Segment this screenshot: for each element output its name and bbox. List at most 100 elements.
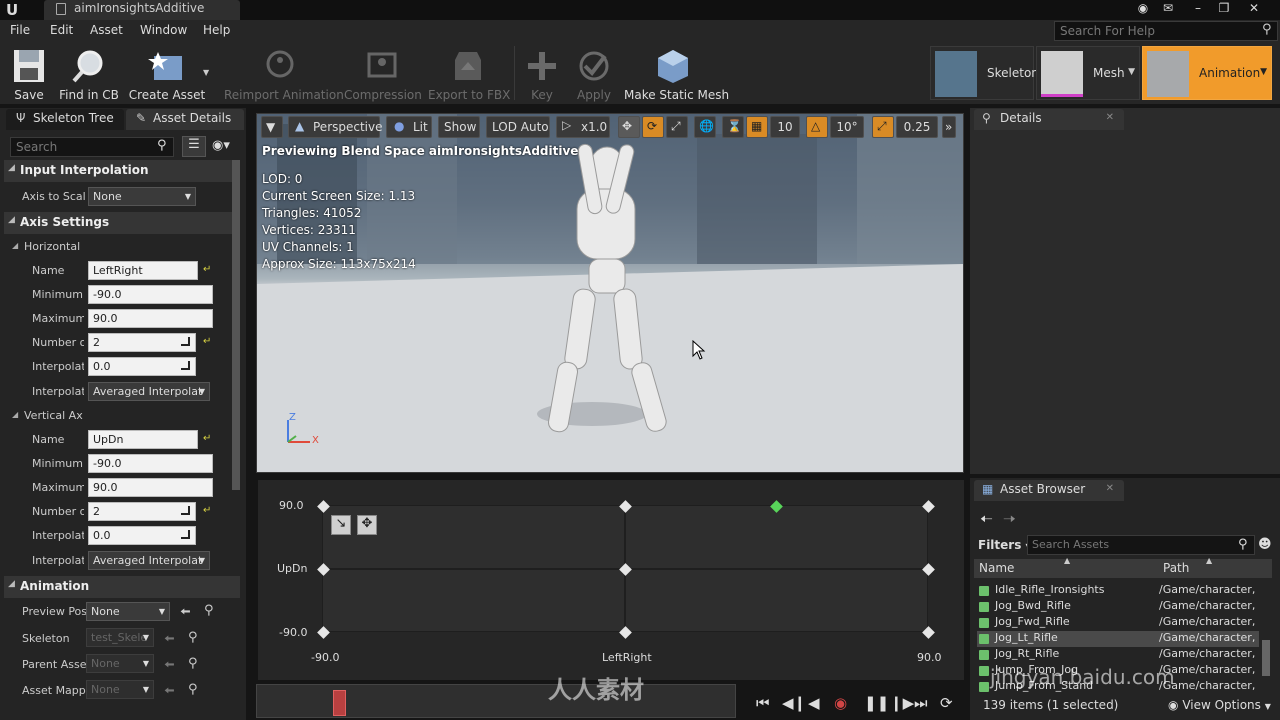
fit-view-icon[interactable]: ✥ — [357, 515, 377, 535]
document-tab[interactable]: aimIronsightsAdditive — [44, 0, 240, 20]
mesh-dropdown-icon[interactable]: ▼ — [1128, 67, 1135, 77]
show-button[interactable]: Show — [438, 116, 480, 138]
h-grid-field[interactable]: 2 — [88, 333, 196, 352]
h-interp-time-field[interactable]: 0.0 — [88, 357, 196, 376]
v-interp-time-field[interactable]: 0.0 — [88, 526, 196, 545]
column-name[interactable]: Name — [979, 561, 1014, 575]
vertical-axis-group[interactable]: Vertical Ax — [12, 409, 240, 427]
scale-snap-icon[interactable]: ⤢ — [872, 116, 894, 138]
key-button[interactable]: Key — [522, 46, 562, 102]
reimport-animation-button[interactable]: Reimport Animation — [224, 46, 344, 102]
details-search-input[interactable]: Search — [10, 137, 174, 157]
tab-asset-browser[interactable]: ▦ Asset Browser ✕ — [974, 480, 1124, 501]
playback-speed-button[interactable]: ▷ x1.0 — [556, 116, 610, 138]
world-space-icon[interactable]: 🌐 — [694, 116, 716, 138]
back-arrow-icon[interactable]: 🠠 — [980, 509, 993, 534]
restore-icon[interactable]: ❐ — [1214, 1, 1234, 17]
h-max-field[interactable]: 90.0 — [88, 309, 213, 328]
browse-icon[interactable]: ⚲ — [188, 682, 202, 697]
v-min-field[interactable]: -90.0 — [88, 454, 213, 473]
v-grid-field[interactable]: 2 — [88, 502, 196, 521]
spinner-icon[interactable] — [181, 506, 190, 515]
eye-icon[interactable]: ◉▾ — [212, 138, 230, 153]
play-reverse-icon[interactable]: ◀ — [808, 694, 820, 712]
property-matrix-icon[interactable]: ☰ — [182, 136, 206, 157]
create-asset-dropdown-icon[interactable]: ▼ — [203, 68, 209, 77]
view-options-button[interactable]: ◉ View Options ▼ — [1168, 698, 1271, 712]
user-icon[interactable]: ☻ — [1258, 537, 1272, 552]
loop-icon[interactable]: ⟳ — [940, 694, 953, 712]
grid-snap-value[interactable]: 10 — [770, 116, 800, 138]
category-input-interpolation[interactable]: Input Interpolation — [4, 160, 240, 182]
asset-row[interactable]: Idle_Rifle_Ironsights/Game/character, — [977, 583, 1259, 599]
minimize-icon[interactable]: – — [1188, 1, 1208, 17]
asset-row[interactable]: Jog_Fwd_Rifle/Game/character, — [977, 615, 1259, 631]
horizontal-axis-group[interactable]: Horizontal — [12, 240, 240, 258]
browse-icon[interactable]: ⚲ — [204, 603, 218, 618]
step-forward-icon[interactable]: ❙▶ — [890, 694, 914, 712]
animation-dropdown-icon[interactable]: ▼ — [1260, 67, 1267, 77]
lit-button[interactable]: ● Lit — [386, 116, 432, 138]
h-min-field[interactable]: -90.0 — [88, 285, 213, 304]
column-path[interactable]: Path — [1163, 561, 1189, 575]
notification-icon[interactable]: ✉ — [1158, 1, 1178, 17]
menu-help[interactable]: Help — [203, 23, 230, 37]
chat-icon[interactable]: ◉ — [1133, 1, 1153, 17]
tab-asset-details[interactable]: ✎ Asset Details — [126, 109, 244, 130]
rotate-mode-icon[interactable]: ⟳ — [642, 116, 664, 138]
asset-row-selected[interactable]: Jog_Lt_Rifle/Game/character, — [977, 631, 1259, 647]
close-icon[interactable]: ✕ — [1244, 1, 1264, 17]
step-back-icon[interactable]: ◀❙ — [782, 694, 806, 712]
reset-to-default-icon[interactable]: ↵ — [203, 264, 213, 275]
reset-to-default-icon[interactable]: ↵ — [203, 505, 213, 516]
help-search-input[interactable]: Search For Help — [1054, 21, 1278, 41]
scale-snap-value[interactable]: 0.25 — [896, 116, 938, 138]
playhead-handle[interactable] — [333, 690, 346, 716]
asset-row[interactable]: Jog_Rt_Rifle/Game/character, — [977, 647, 1259, 663]
forward-arrow-icon[interactable]: 🠢 — [1003, 509, 1016, 534]
scale-mode-icon[interactable]: ⤢ — [666, 116, 688, 138]
grid-snap-icon[interactable]: ▦ — [746, 116, 768, 138]
browse-icon[interactable]: ⚲ — [188, 656, 202, 671]
category-animation[interactable]: Animation — [4, 576, 240, 598]
more-options-icon[interactable]: » — [942, 116, 956, 138]
reset-to-default-icon[interactable]: ↵ — [203, 336, 213, 347]
axis-to-scale-select[interactable]: None — [88, 187, 196, 206]
asset-row[interactable]: Jog_Bwd_Rifle/Game/character, — [977, 599, 1259, 615]
mode-skeleton[interactable]: Skeleton — [930, 46, 1039, 100]
jump-to-start-icon[interactable]: ⏮ — [756, 694, 770, 712]
preview-viewport[interactable] — [256, 113, 964, 473]
menu-file[interactable]: File — [10, 23, 30, 37]
export-fbx-button[interactable]: Export to FBX — [428, 46, 510, 102]
h-interp-type-select[interactable]: Averaged Interpolat — [88, 382, 210, 401]
browse-icon[interactable]: ⚲ — [188, 630, 202, 645]
apply-button[interactable]: Apply — [572, 46, 616, 102]
close-tab-icon[interactable]: ✕ — [1106, 483, 1114, 494]
v-name-field[interactable]: UpDn — [88, 430, 198, 449]
preview-pose-select[interactable]: None — [86, 602, 170, 621]
pause-icon[interactable]: ❚❚ — [864, 694, 889, 712]
details-scrollbar[interactable] — [232, 160, 240, 490]
rotation-snap-icon[interactable]: △ — [806, 116, 828, 138]
v-max-field[interactable]: 90.0 — [88, 478, 213, 497]
jump-to-end-icon[interactable]: ⏭ — [914, 694, 928, 712]
find-in-cb-button[interactable]: Find in CB — [58, 46, 120, 102]
use-asset-arrow-icon[interactable]: 🠨 — [180, 603, 194, 620]
make-static-mesh-button[interactable]: Make Static Mesh — [624, 46, 729, 102]
spinner-icon[interactable] — [181, 337, 190, 346]
record-icon[interactable]: ◉ — [834, 694, 847, 712]
perspective-button[interactable]: ▲ Perspective — [288, 116, 383, 138]
close-tab-icon[interactable]: ✕ — [1106, 112, 1114, 123]
category-axis-settings[interactable]: Axis Settings — [4, 212, 240, 234]
compression-button[interactable]: Compression — [344, 46, 422, 102]
timeline-scrubber[interactable] — [256, 684, 736, 718]
menu-window[interactable]: Window — [140, 23, 187, 37]
mode-mesh[interactable]: Mesh ▼ — [1036, 46, 1140, 100]
filters-dropdown[interactable]: Filters ▼ — [978, 538, 1032, 552]
spinner-icon[interactable] — [181, 530, 190, 539]
v-interp-type-select[interactable]: Averaged Interpolat — [88, 551, 210, 570]
spinner-icon[interactable] — [181, 361, 190, 370]
save-button[interactable]: Save — [6, 46, 52, 102]
h-name-field[interactable]: LeftRight — [88, 261, 198, 280]
mode-animation[interactable]: Animation ▼ — [1142, 46, 1272, 100]
